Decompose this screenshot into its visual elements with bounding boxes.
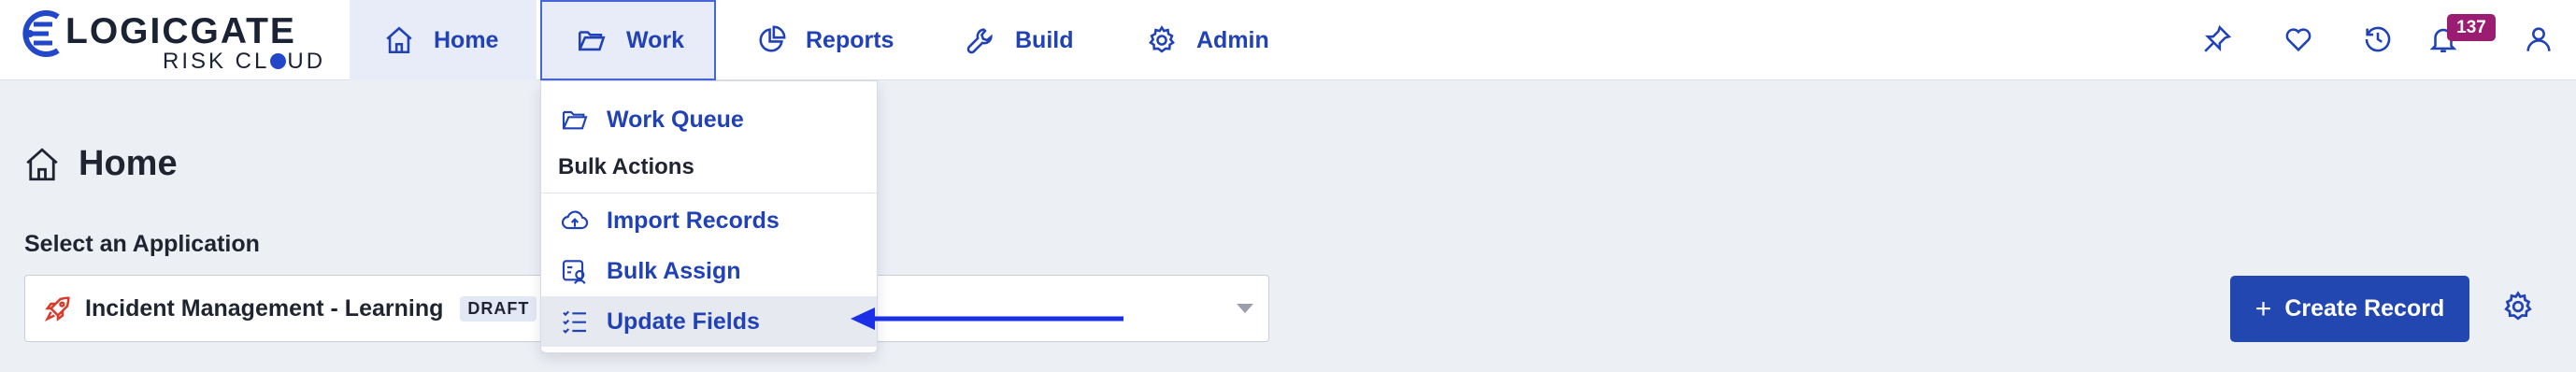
home-icon xyxy=(26,147,58,180)
menu-item-update-fields-label: Update Fields xyxy=(607,308,760,335)
nav-reports[interactable]: Reports xyxy=(755,0,894,80)
annotation-arrow-icon xyxy=(851,308,1123,330)
nav-reports-label: Reports xyxy=(806,26,894,53)
selected-application-name: Incident Management - Learning xyxy=(85,294,444,322)
favorites-button[interactable] xyxy=(2280,21,2317,58)
create-record-label: Create Record xyxy=(2284,295,2445,322)
logo-subtitle: RISK CL UD xyxy=(163,49,326,74)
gear-icon xyxy=(2504,291,2532,321)
menu-item-import-records-label: Import Records xyxy=(607,207,780,234)
logo-mark-icon xyxy=(22,10,60,57)
menu-item-import-records[interactable]: Import Records xyxy=(541,195,877,246)
bulk-actions-header: Bulk Actions xyxy=(558,154,694,179)
folder-open-icon xyxy=(562,110,588,130)
page-title: Home xyxy=(22,144,178,184)
logicgate-logo[interactable]: LOGICGATE RISK CL UD xyxy=(21,7,322,75)
folder-open-icon xyxy=(578,31,606,51)
pin-button[interactable] xyxy=(2198,21,2236,58)
nav-home[interactable]: Home xyxy=(350,0,537,80)
notification-count-badge: 137 xyxy=(2447,14,2496,41)
chevron-down-icon xyxy=(1237,304,1253,313)
assign-icon xyxy=(562,260,586,284)
nav-work-label: Work xyxy=(626,26,685,53)
work-dropdown-menu: Work Queue Bulk Actions Import Records B… xyxy=(540,80,878,353)
gear-icon xyxy=(1149,25,1175,53)
checklist-icon xyxy=(563,310,586,334)
heart-icon xyxy=(2285,28,2311,52)
logo-wordmark: LOGICGATE xyxy=(65,11,296,51)
status-badge: DRAFT xyxy=(460,295,537,322)
nav-build[interactable]: Build xyxy=(965,0,1074,80)
rocket-icon xyxy=(44,296,70,322)
nav-home-label: Home xyxy=(434,26,499,53)
menu-item-bulk-assign[interactable]: Bulk Assign xyxy=(541,246,877,296)
page-title-text: Home xyxy=(79,144,178,183)
application-select-label: Select an Application xyxy=(24,231,260,257)
history-button[interactable] xyxy=(2359,21,2397,58)
user-icon xyxy=(2526,27,2551,51)
top-navigation-bar: LOGICGATE RISK CL UD Home Work Reports Bu… xyxy=(0,0,2576,80)
nav-admin[interactable]: Admin xyxy=(1146,0,1269,80)
menu-item-update-fields[interactable]: Update Fields xyxy=(541,296,877,347)
create-record-button[interactable]: + Create Record xyxy=(2230,276,2469,342)
nav-work[interactable]: Work xyxy=(540,0,716,80)
history-icon xyxy=(2365,26,2391,52)
menu-item-bulk-assign-label: Bulk Assign xyxy=(607,257,741,284)
menu-item-work-queue[interactable]: Work Queue xyxy=(541,94,877,145)
settings-button[interactable] xyxy=(2501,290,2539,327)
pin-icon xyxy=(2204,24,2232,52)
plus-icon: + xyxy=(2254,293,2272,324)
user-menu-button[interactable] xyxy=(2520,21,2557,58)
nav-build-label: Build xyxy=(1015,26,1074,53)
wrench-icon xyxy=(966,28,993,54)
cloud-upload-icon xyxy=(561,210,589,230)
menu-item-work-queue-label: Work Queue xyxy=(607,106,744,133)
nav-admin-label: Admin xyxy=(1196,26,1269,53)
home-icon xyxy=(386,26,412,54)
pie-chart-icon xyxy=(759,25,786,52)
